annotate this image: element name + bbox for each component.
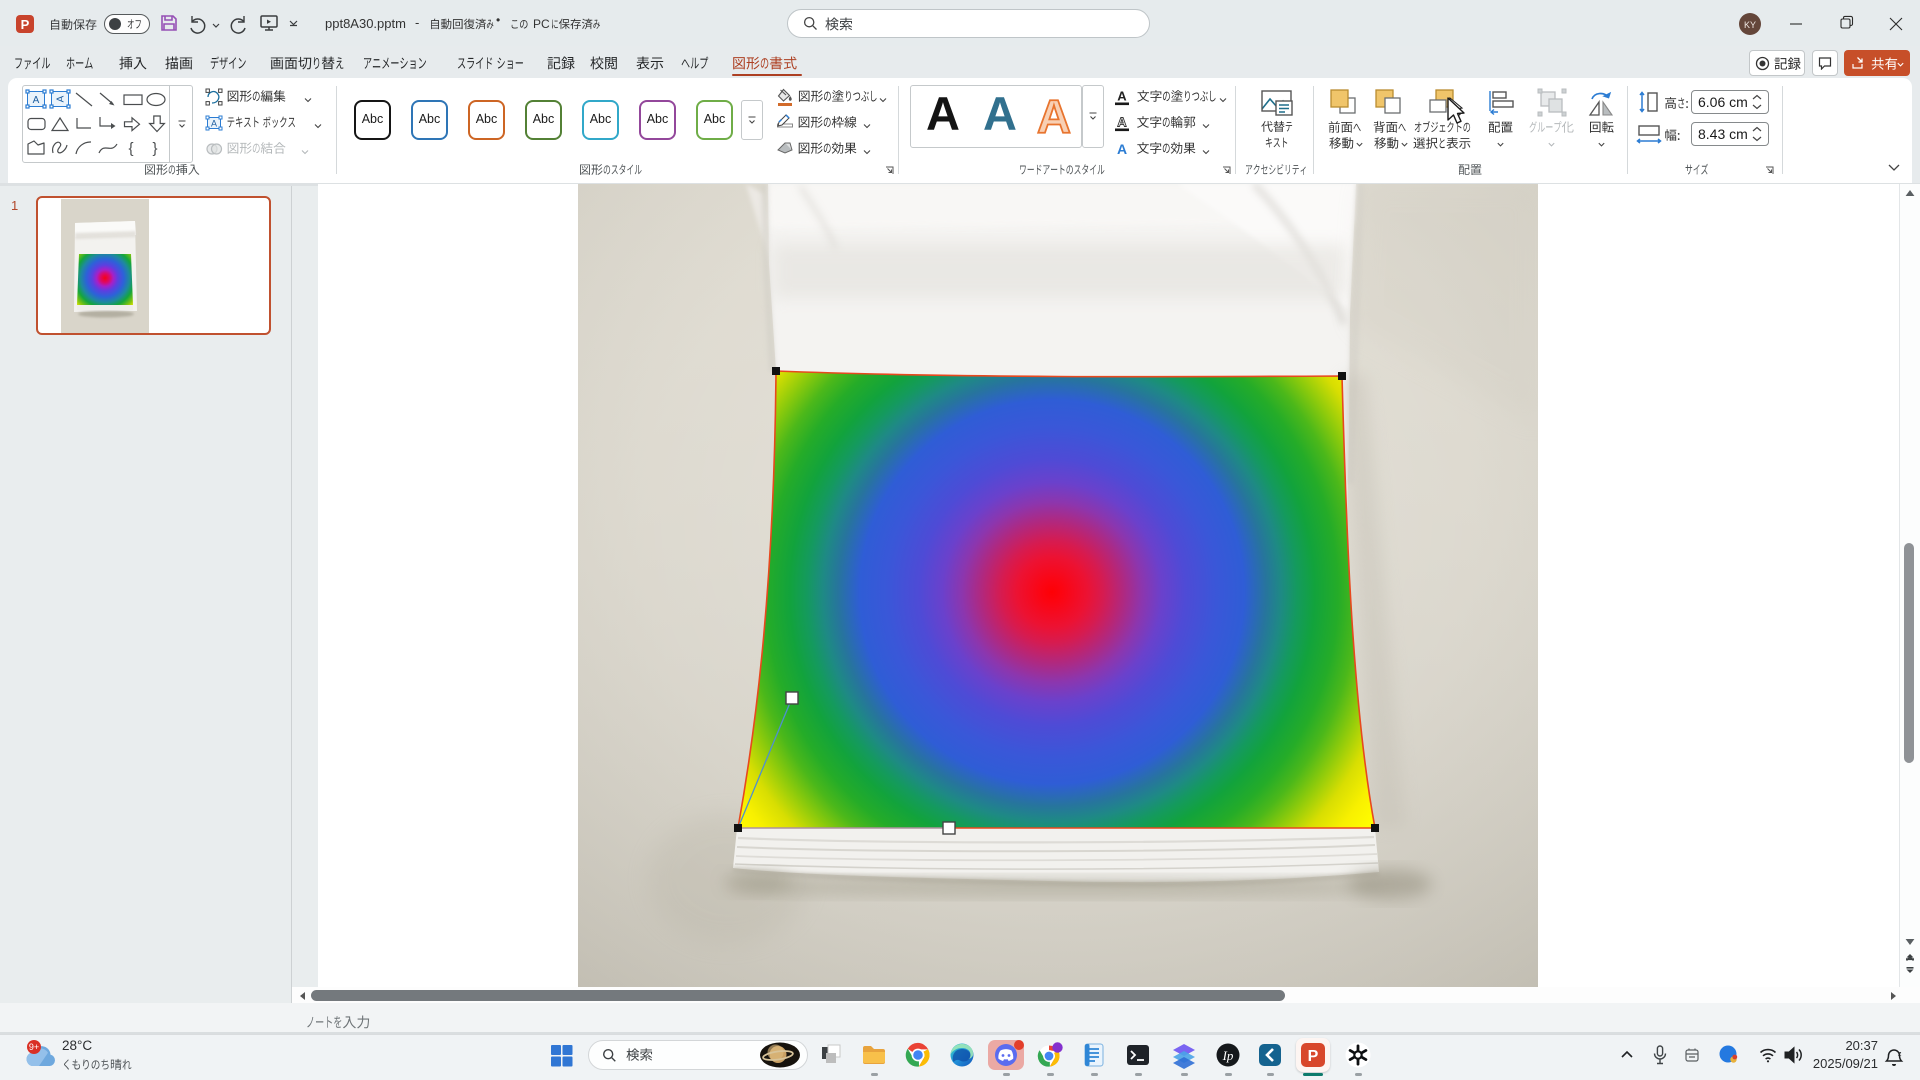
svg-text:A: A xyxy=(1117,115,1127,130)
svg-text:}: } xyxy=(152,140,157,157)
svg-text:{: { xyxy=(128,140,133,157)
svg-text:A: A xyxy=(1037,90,1071,141)
svg-text:P: P xyxy=(21,17,30,32)
svg-text:A: A xyxy=(1117,89,1127,104)
svg-text:A: A xyxy=(211,119,217,129)
svg-text:A: A xyxy=(33,95,40,106)
svg-text:A: A xyxy=(56,95,67,102)
svg-text:9+: 9+ xyxy=(29,1042,39,1052)
svg-text:P: P xyxy=(1308,1048,1319,1065)
svg-text:Ip: Ip xyxy=(1222,1048,1234,1063)
svg-text:A: A xyxy=(1117,141,1127,157)
svg-text:z: z xyxy=(1898,1051,1902,1058)
